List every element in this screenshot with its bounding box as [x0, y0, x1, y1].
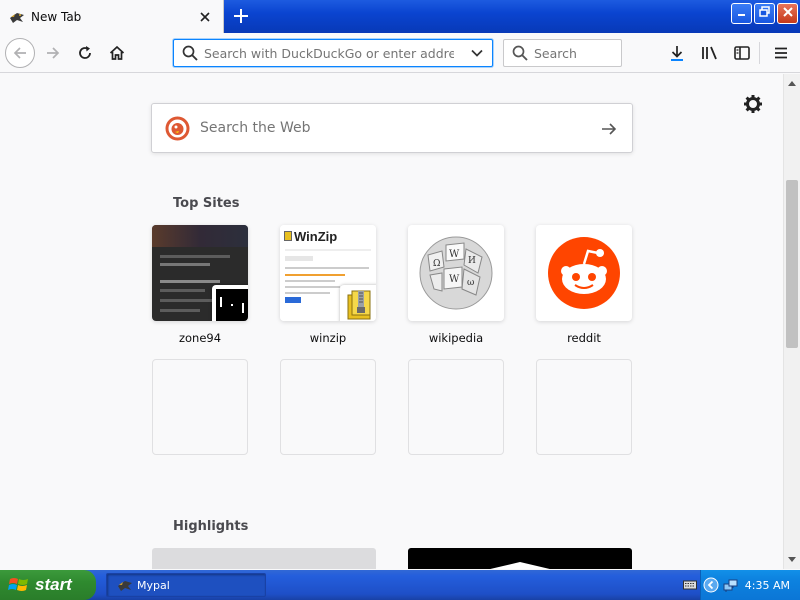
- svg-text:W: W: [449, 249, 460, 260]
- duckduckgo-logo-icon: [165, 116, 190, 141]
- taskbar-item-label: Mypal: [137, 578, 170, 592]
- library-button[interactable]: [694, 37, 726, 69]
- scroll-up-icon[interactable]: [784, 75, 800, 91]
- empty-top-site-slot[interactable]: [536, 359, 632, 455]
- search-icon: [182, 45, 198, 61]
- zone94-pong-icon: [212, 285, 248, 321]
- reload-button[interactable]: [69, 37, 101, 69]
- winzip-archive-icon: [340, 285, 376, 321]
- scroll-down-icon[interactable]: [784, 552, 800, 568]
- taskbar-item-mypal[interactable]: Mypal: [106, 573, 266, 597]
- menu-button[interactable]: [765, 37, 797, 69]
- tab-new-tab[interactable]: New Tab: [0, 0, 224, 33]
- mypal-bird-icon: [9, 9, 25, 25]
- empty-top-site-slot[interactable]: [280, 359, 376, 455]
- home-button[interactable]: [101, 37, 133, 69]
- forward-button[interactable]: [37, 37, 69, 69]
- top-site-label: reddit: [567, 331, 601, 345]
- winzip-logo: WinZip: [294, 229, 338, 244]
- home-icon: [109, 45, 125, 60]
- navigation-toolbar: [0, 33, 800, 73]
- url-input[interactable]: [204, 45, 454, 61]
- reload-icon: [79, 46, 91, 59]
- highlight-card[interactable]: [152, 548, 376, 569]
- hamburger-menu-icon: [775, 47, 787, 59]
- sidebar-button[interactable]: [726, 37, 758, 69]
- page-scrollbar[interactable]: [783, 74, 800, 569]
- chevron-down-icon[interactable]: [470, 46, 484, 60]
- download-icon: [671, 46, 683, 61]
- system-tray: 4:35 AM: [683, 570, 800, 600]
- url-bar[interactable]: [173, 39, 493, 67]
- search-input[interactable]: [534, 45, 614, 61]
- network-icon[interactable]: [723, 577, 739, 593]
- gear-icon[interactable]: [743, 94, 763, 114]
- close-window-button[interactable]: [777, 3, 798, 24]
- top-site-label: wikipedia: [428, 331, 484, 345]
- windows-logo-icon: [8, 575, 30, 595]
- start-button[interactable]: start: [0, 570, 96, 600]
- tab-title: New Tab: [31, 9, 82, 24]
- forward-arrow-icon: [47, 47, 60, 59]
- search-icon: [512, 45, 528, 61]
- top-site-tile-wikipedia[interactable]: Ω W И W ω: [408, 225, 504, 321]
- taskbar: start Mypal 4:35 AM: [0, 570, 800, 600]
- library-icon: [702, 46, 717, 60]
- start-label: start: [35, 575, 72, 594]
- keyboard-icon[interactable]: [683, 579, 697, 591]
- arrow-right-icon[interactable]: [600, 120, 618, 138]
- highlight-card[interactable]: [408, 548, 632, 569]
- empty-top-site-slot[interactable]: [152, 359, 248, 455]
- toolbar-divider: [759, 42, 760, 64]
- top-sites-heading: Top Sites: [173, 196, 240, 211]
- back-button[interactable]: [4, 37, 36, 69]
- restore-button[interactable]: [754, 3, 775, 24]
- reddit-alien-icon: [548, 237, 620, 309]
- mypal-bird-icon: [117, 577, 133, 593]
- top-site-label: zone94: [178, 331, 222, 345]
- web-search-input[interactable]: [200, 120, 580, 136]
- search-bar[interactable]: [503, 39, 622, 67]
- empty-top-site-slot[interactable]: [408, 359, 504, 455]
- chevron-left-icon[interactable]: [703, 577, 719, 593]
- svg-text:ω: ω: [467, 278, 474, 288]
- title-bar: New Tab: [0, 0, 800, 33]
- new-tab-button[interactable]: [228, 4, 254, 28]
- minimize-button[interactable]: [731, 3, 752, 24]
- highlights-heading: Highlights: [173, 519, 249, 534]
- clock: 4:35 AM: [744, 578, 790, 592]
- wikipedia-globe-icon: Ω W И W ω: [419, 236, 493, 310]
- top-site-tile-winzip[interactable]: WinZip: [280, 225, 376, 321]
- scrollbar-thumb[interactable]: [786, 180, 798, 348]
- svg-text:И: И: [468, 256, 476, 266]
- sidebar-icon: [734, 46, 750, 60]
- web-search-box[interactable]: [151, 103, 633, 153]
- back-arrow-icon: [13, 47, 26, 59]
- close-tab-icon[interactable]: [195, 7, 215, 27]
- new-tab-page: Top Sites zone94 WinZip: [0, 74, 783, 569]
- downloads-button[interactable]: [661, 37, 693, 69]
- svg-text:Ω: Ω: [433, 259, 440, 269]
- svg-text:W: W: [449, 274, 460, 285]
- top-site-label: winzip: [309, 331, 347, 345]
- top-site-tile-reddit[interactable]: [536, 225, 632, 321]
- top-site-tile-zone94[interactable]: [152, 225, 248, 321]
